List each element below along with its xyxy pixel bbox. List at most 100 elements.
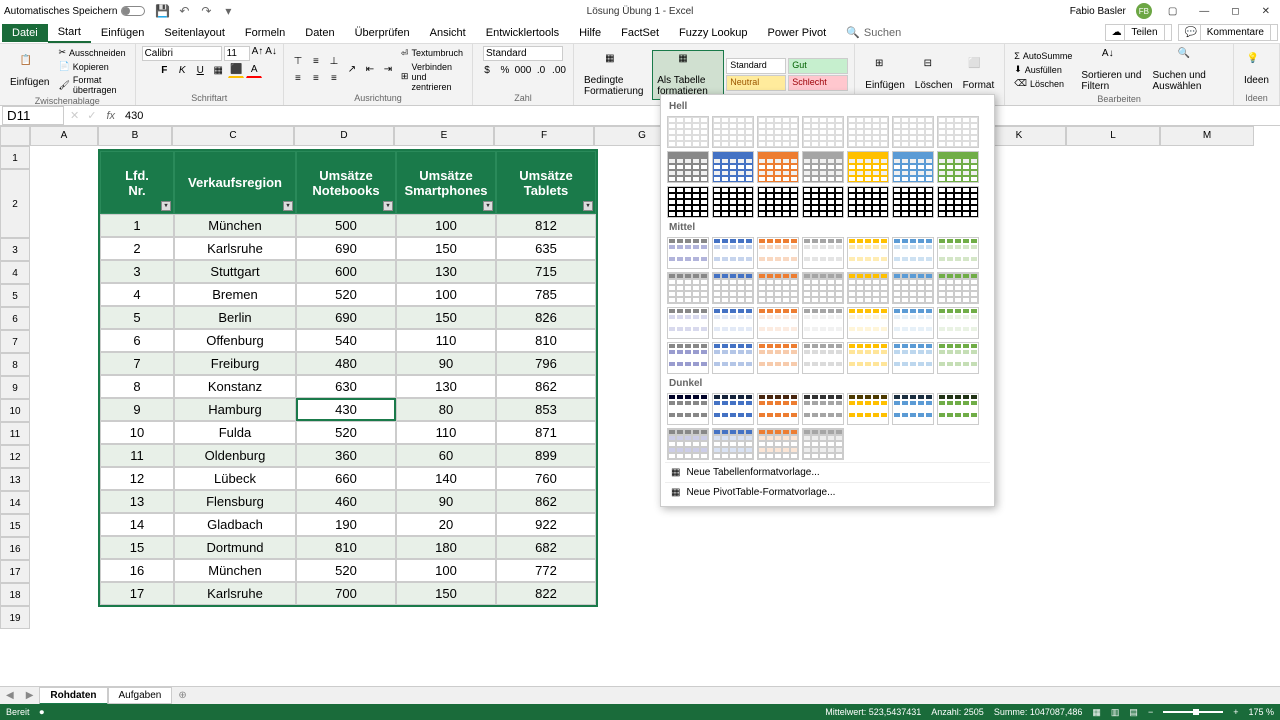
table-cell[interactable]: 871 xyxy=(496,421,596,444)
style-neutral[interactable]: Neutral xyxy=(726,75,786,91)
table-cell[interactable]: 90 xyxy=(396,490,496,513)
table-cell[interactable]: 796 xyxy=(496,352,596,375)
tab-formeln[interactable]: Formeln xyxy=(235,24,295,42)
tab-start[interactable]: Start xyxy=(48,23,91,43)
table-cell[interactable]: 14 xyxy=(100,513,174,536)
table-style-thumb[interactable] xyxy=(757,116,799,148)
table-cell[interactable]: 100 xyxy=(396,283,496,306)
tab-hilfe[interactable]: Hilfe xyxy=(569,24,611,42)
table-cell[interactable]: 899 xyxy=(496,444,596,467)
table-style-thumb[interactable] xyxy=(802,116,844,148)
tab-daten[interactable]: Daten xyxy=(295,24,344,42)
fx-icon[interactable]: fx xyxy=(100,110,121,122)
format-cells-button[interactable]: ⬜Format xyxy=(959,56,999,93)
add-sheet-button[interactable]: ⊕ xyxy=(172,688,192,703)
close-button[interactable]: ✕ xyxy=(1256,6,1276,17)
table-style-thumb[interactable] xyxy=(937,151,979,183)
table-style-thumb[interactable] xyxy=(712,151,754,183)
table-cell[interactable]: 130 xyxy=(396,375,496,398)
table-cell[interactable]: Hamburg xyxy=(174,398,296,421)
row-header[interactable]: 9 xyxy=(0,376,30,399)
col-header[interactable]: B xyxy=(98,126,172,146)
table-style-thumb[interactable] xyxy=(847,272,889,304)
table-cell[interactable]: 520 xyxy=(296,559,396,582)
table-cell[interactable]: 12 xyxy=(100,467,174,490)
col-header[interactable]: L xyxy=(1066,126,1160,146)
underline-button[interactable]: U xyxy=(192,62,208,78)
tab-ansicht[interactable]: Ansicht xyxy=(420,24,476,42)
table-style-thumb[interactable] xyxy=(892,393,934,425)
col-header[interactable]: E xyxy=(394,126,494,146)
accept-formula-icon[interactable]: ✓ xyxy=(83,109,100,122)
increase-font-icon[interactable]: A↑ xyxy=(252,46,264,61)
table-style-thumb[interactable] xyxy=(937,237,979,269)
col-header[interactable]: A xyxy=(30,126,98,146)
kommentare-button[interactable]: 💬 Kommentare xyxy=(1178,24,1278,41)
col-header[interactable]: C xyxy=(172,126,294,146)
table-style-thumb[interactable] xyxy=(802,237,844,269)
table-style-thumb[interactable] xyxy=(757,428,799,460)
table-cell[interactable]: 682 xyxy=(496,536,596,559)
bold-button[interactable]: F xyxy=(156,62,172,78)
table-style-thumb[interactable] xyxy=(712,272,754,304)
table-style-thumb[interactable] xyxy=(847,186,889,218)
autosum-button[interactable]: Σ AutoSumme xyxy=(1011,50,1075,62)
tab-factset[interactable]: FactSet xyxy=(611,24,669,42)
user-avatar[interactable]: FB xyxy=(1136,3,1152,19)
table-cell[interactable]: 90 xyxy=(396,352,496,375)
view-pagebreak-icon[interactable]: ▤ xyxy=(1129,707,1138,718)
table-style-thumb[interactable] xyxy=(847,237,889,269)
table-cell[interactable]: 715 xyxy=(496,260,596,283)
table-style-thumb[interactable] xyxy=(892,237,934,269)
table-style-thumb[interactable] xyxy=(667,186,709,218)
table-cell[interactable]: 17 xyxy=(100,582,174,605)
align-left-button[interactable]: ≡ xyxy=(290,70,306,86)
select-all-corner[interactable] xyxy=(0,126,30,146)
table-cell[interactable]: Karlsruhe xyxy=(174,582,296,605)
row-header[interactable]: 13 xyxy=(0,468,30,491)
table-cell[interactable]: Karlsruhe xyxy=(174,237,296,260)
filter-icon[interactable]: ▾ xyxy=(483,201,493,211)
fill-button[interactable]: ⬇ Ausfüllen xyxy=(1011,63,1075,76)
table-cell[interactable]: 600 xyxy=(296,260,396,283)
style-standard[interactable]: Standard xyxy=(726,58,786,74)
table-style-thumb[interactable] xyxy=(892,186,934,218)
table-style-thumb[interactable] xyxy=(712,116,754,148)
table-cell[interactable]: 480 xyxy=(296,352,396,375)
table-cell[interactable]: 140 xyxy=(396,467,496,490)
undo-icon[interactable]: ↶ xyxy=(177,4,191,18)
save-icon[interactable]: 💾 xyxy=(155,4,169,18)
table-style-thumb[interactable] xyxy=(892,272,934,304)
table-cell[interactable]: Offenburg xyxy=(174,329,296,352)
table-style-thumb[interactable] xyxy=(892,342,934,374)
table-cell[interactable]: Stuttgart xyxy=(174,260,296,283)
table-cell[interactable]: 9 xyxy=(100,398,174,421)
table-cell[interactable]: 772 xyxy=(496,559,596,582)
table-cell[interactable]: 430 xyxy=(296,398,396,421)
sort-filter-button[interactable]: A↓Sortieren und Filtern xyxy=(1077,46,1146,94)
table-style-thumb[interactable] xyxy=(757,393,799,425)
table-cell[interactable]: 7 xyxy=(100,352,174,375)
table-cell[interactable]: 785 xyxy=(496,283,596,306)
table-cell[interactable]: 635 xyxy=(496,237,596,260)
row-header[interactable]: 2 xyxy=(0,169,30,238)
row-header[interactable]: 12 xyxy=(0,445,30,468)
table-cell[interactable]: Flensburg xyxy=(174,490,296,513)
number-format-select[interactable] xyxy=(483,46,563,61)
table-style-thumb[interactable] xyxy=(667,428,709,460)
table-style-thumb[interactable] xyxy=(667,237,709,269)
fontsize-select[interactable] xyxy=(224,46,250,61)
row-header[interactable]: 7 xyxy=(0,330,30,353)
fill-color-button[interactable]: ⬛ xyxy=(228,62,244,78)
table-cell[interactable]: 922 xyxy=(496,513,596,536)
table-style-thumb[interactable] xyxy=(667,272,709,304)
table-style-thumb[interactable] xyxy=(667,307,709,339)
align-right-button[interactable]: ≡ xyxy=(326,70,342,86)
table-cell[interactable]: 15 xyxy=(100,536,174,559)
delete-cells-button[interactable]: ⊟Löschen xyxy=(911,56,957,93)
wrap-text-button[interactable]: ⏎ Textumbruch xyxy=(398,47,466,60)
row-header[interactable]: 5 xyxy=(0,284,30,307)
table-cell[interactable]: 2 xyxy=(100,237,174,260)
row-header[interactable]: 14 xyxy=(0,491,30,514)
col-header[interactable]: F xyxy=(494,126,594,146)
